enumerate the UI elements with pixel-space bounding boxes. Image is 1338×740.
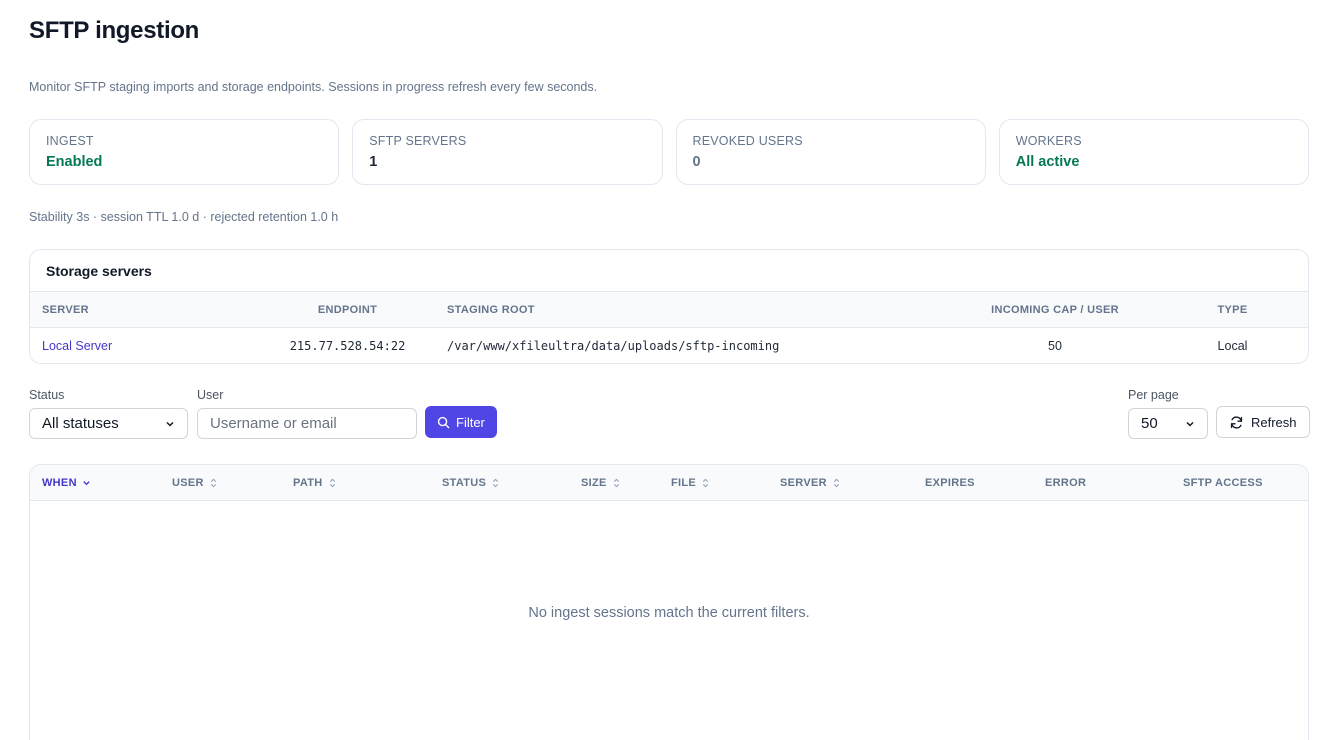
server-incoming-cap: 50 — [1048, 338, 1062, 353]
page-subtitle: Monitor SFTP staging imports and storage… — [29, 80, 598, 94]
column-header-file[interactable]: FILE — [671, 465, 710, 501]
refresh-button-label: Refresh — [1251, 414, 1297, 430]
filter-bar: Status All statuses User Filter Per page… — [29, 388, 1310, 440]
column-header-user[interactable]: USER — [172, 465, 218, 501]
storage-servers-table: SERVER ENDPOINT STAGING ROOT INCOMING CA… — [30, 291, 1308, 364]
stat-card-label: REVOKED USERS — [692, 134, 803, 148]
column-header-endpoint: ENDPOINT — [260, 291, 435, 328]
user-search-input[interactable] — [197, 408, 417, 439]
sort-icon — [613, 478, 619, 488]
settings-meta: Stability 3s · session TTL 1.0 d · rejec… — [29, 210, 339, 224]
status-select[interactable]: All statuses — [29, 408, 188, 439]
empty-state-message: No ingest sessions match the current fil… — [528, 605, 810, 621]
server-name-link[interactable]: Local Server — [30, 328, 260, 364]
column-header-error: ERROR — [1045, 477, 1087, 489]
stat-card-value: 0 — [692, 154, 701, 170]
chevron-down-icon — [1186, 421, 1194, 427]
ingest-sessions-table: WHEN USER PATH STATUS SIZE FILE SERVER E… — [29, 464, 1309, 740]
sort-icon — [493, 478, 499, 488]
filter-button-label: Filter — [456, 414, 485, 430]
status-select-value: All statuses — [42, 415, 119, 432]
sort-desc-icon — [83, 481, 90, 486]
sort-icon — [329, 478, 335, 488]
stat-card-label: SFTP SERVERS — [369, 134, 467, 148]
stat-card-workers: WORKERS All active — [998, 119, 1309, 185]
stat-card-value: 1 — [369, 154, 378, 170]
column-header-when[interactable]: WHEN — [42, 465, 91, 501]
column-header-size[interactable]: SIZE — [581, 465, 621, 501]
refresh-icon — [1230, 415, 1243, 429]
column-header-status[interactable]: STATUS — [442, 465, 500, 501]
chevron-down-icon — [166, 421, 174, 427]
column-header-sftp-access: SFTP ACCESS — [1183, 477, 1263, 489]
page-title: SFTP ingestion — [29, 17, 200, 44]
search-icon — [437, 416, 450, 428]
stat-cards: INGEST Enabled SFTP SERVERS 1 REVOKED US… — [29, 119, 1309, 185]
stat-card-label: INGEST — [46, 134, 94, 148]
column-header-staging-root: STAGING ROOT — [435, 291, 953, 328]
sort-icon — [210, 478, 216, 488]
stat-card-revoked-users: REVOKED USERS 0 — [675, 119, 986, 185]
filter-button[interactable]: Filter — [425, 406, 497, 438]
server-type: Local — [1217, 338, 1248, 353]
per-page-value: 50 — [1141, 415, 1158, 432]
stat-card-ingest: INGEST Enabled — [29, 119, 340, 185]
stat-card-sftp-servers: SFTP SERVERS 1 — [352, 119, 663, 185]
server-staging-root: /var/www/xfileultra/data/uploads/sftp-in… — [447, 338, 780, 353]
table-row: Local Server 215.77.528.54:22 /var/www/x… — [30, 328, 1308, 364]
column-header-path[interactable]: PATH — [293, 465, 337, 501]
per-page-label: Per page — [1128, 388, 1179, 402]
sessions-table-header: WHEN USER PATH STATUS SIZE FILE SERVER E… — [30, 465, 1308, 501]
column-header-type: TYPE — [1157, 291, 1308, 328]
column-header-server[interactable]: SERVER — [780, 465, 841, 501]
storage-servers-title: Storage servers — [46, 263, 152, 279]
server-endpoint: 215.77.528.54:22 — [289, 338, 406, 353]
status-filter-label: Status — [29, 388, 65, 402]
per-page-select[interactable]: 50 — [1128, 408, 1208, 439]
stat-card-value: Enabled — [46, 154, 103, 170]
user-filter-label: User — [197, 388, 224, 402]
sort-icon — [833, 478, 839, 488]
column-header-incoming-cap: INCOMING CAP / USER — [953, 291, 1157, 328]
column-header-expires: EXPIRES — [925, 477, 975, 489]
storage-servers-panel: Storage servers SERVER ENDPOINT STAGING … — [29, 249, 1309, 364]
stat-card-label: WORKERS — [1015, 134, 1082, 148]
refresh-button[interactable]: Refresh — [1216, 406, 1310, 438]
stat-card-value: All active — [1015, 154, 1080, 170]
column-header-server: SERVER — [30, 291, 260, 328]
sort-icon — [702, 478, 709, 488]
